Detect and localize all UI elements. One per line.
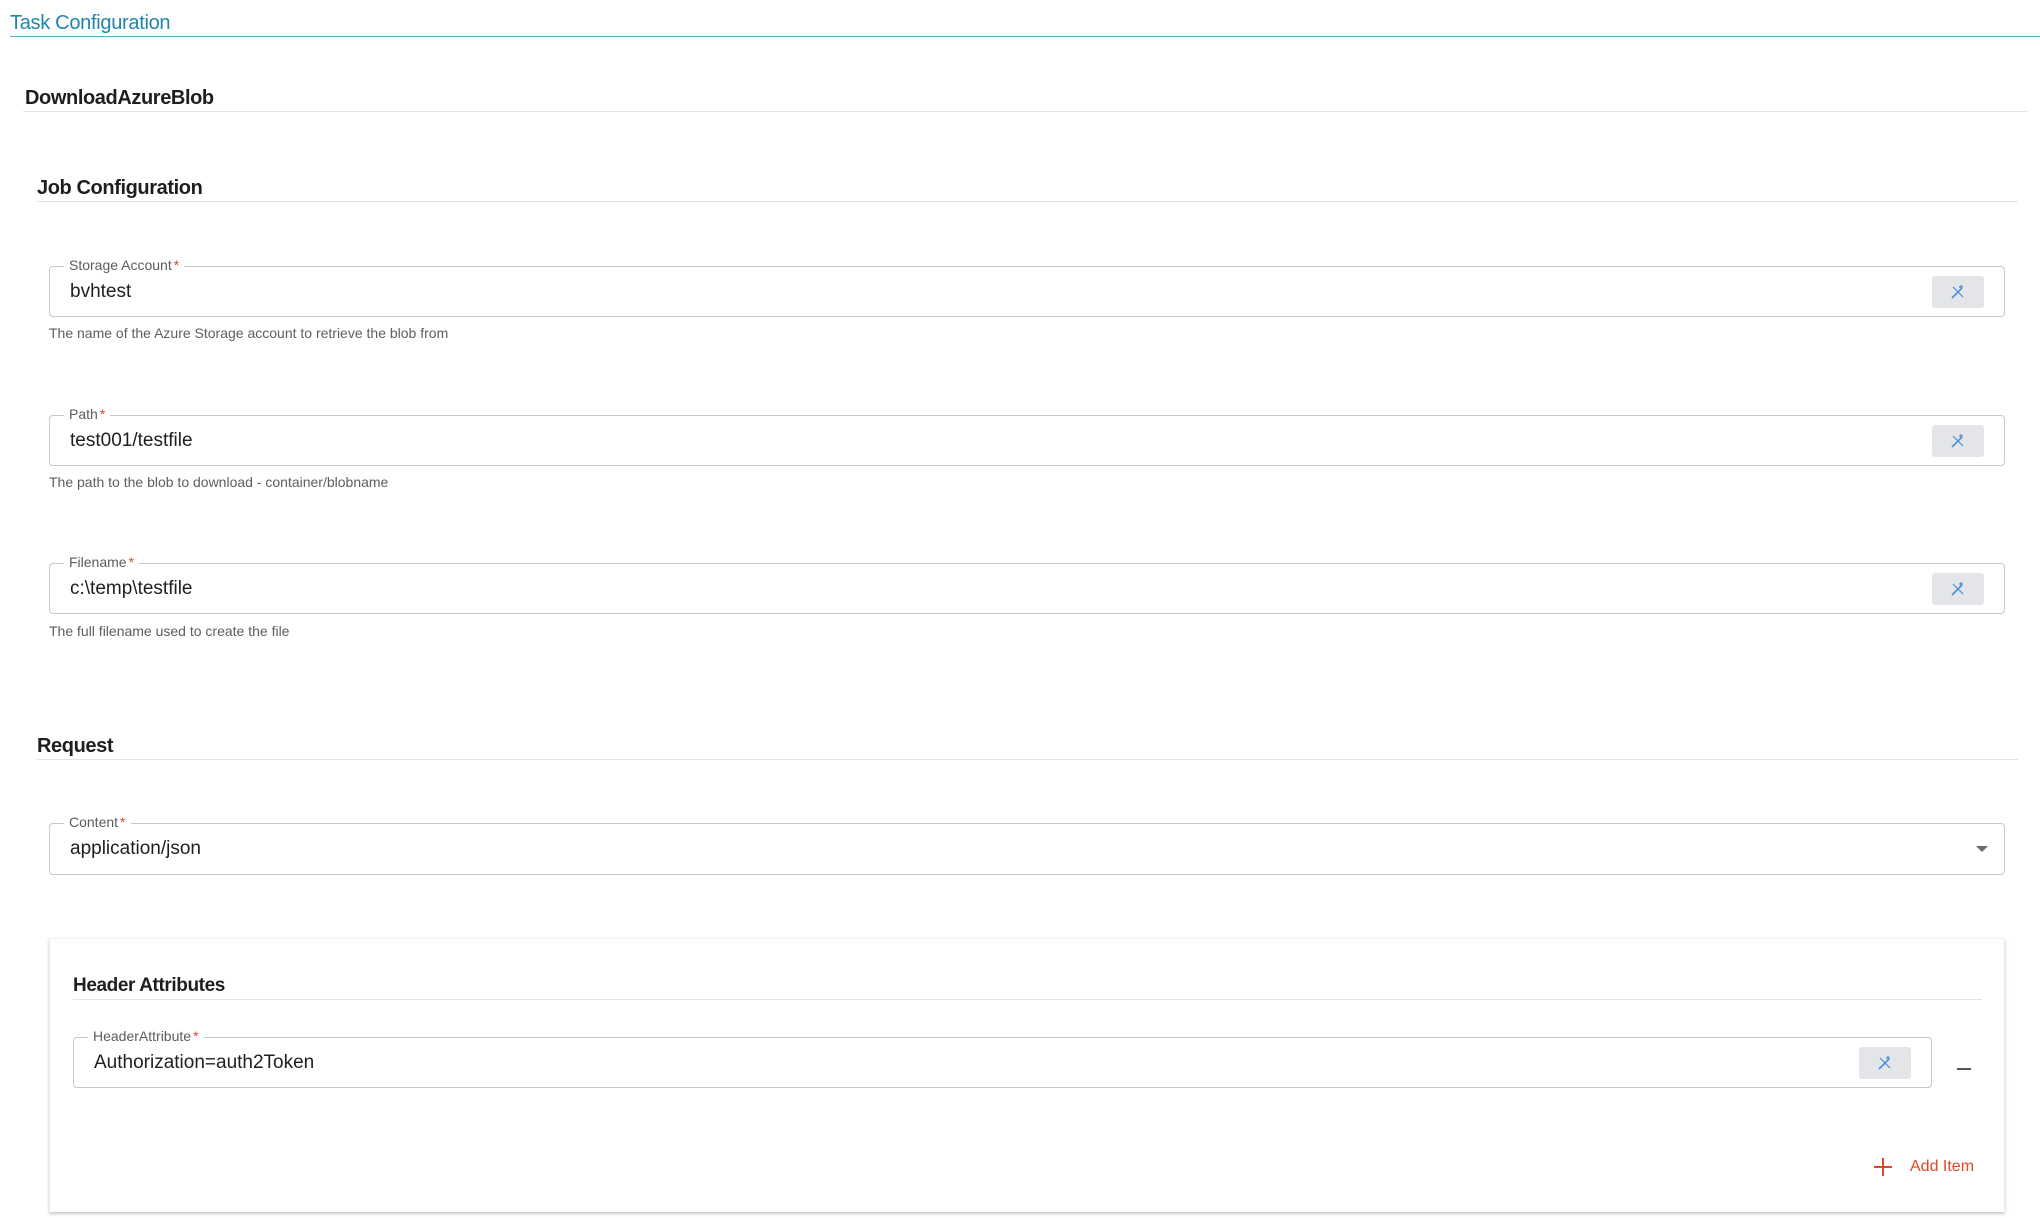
storage-account-hint: The name of the Azure Storage account to… [49,325,449,341]
path-hint: The path to the blob to download - conta… [49,474,389,490]
header-attribute-label: HeaderAttribute * [88,1027,204,1045]
page-title: Task Configuration [10,12,171,34]
filename-hint: The full filename used to create the fil… [49,623,290,639]
path-value: test001/testfile [70,430,193,451]
request-divider [36,759,2018,760]
request-title: Request [37,735,114,757]
filename-value: c:\temp\testfile [70,578,193,599]
content-select[interactable]: Content * application/json [49,813,2005,875]
header-attribute-field[interactable]: HeaderAttribute * Authorization=auth2Toke… [73,1027,1932,1088]
job-configuration-title: Job Configuration [37,177,203,199]
magic-wand-icon [1951,582,1964,596]
magic-wand-icon [1951,285,1964,299]
path-expression-button[interactable] [1932,425,1984,457]
chevron-down-icon[interactable] [1976,846,1988,852]
task-name: DownloadAzureBlob [25,87,214,109]
add-item-label: Add Item [1910,1158,1975,1175]
filename-label: Filename * [64,553,140,571]
job-configuration-divider [36,201,2018,202]
plus-icon [1874,1158,1892,1176]
magic-wand-icon [1951,434,1964,448]
title-divider [10,36,2040,37]
content-label: Content * [64,813,131,831]
magic-wand-icon [1878,1056,1891,1070]
storage-account-label: Storage Account * [64,256,185,274]
path-field[interactable]: Path * test001/testfile [49,405,2005,466]
header-attributes-divider [73,999,1982,1000]
storage-account-value: bvhtest [70,281,132,302]
header-attribute-value: Authorization=auth2Token [94,1052,315,1073]
header-attribute-expression-button[interactable] [1859,1047,1911,1079]
task-divider [23,111,2028,112]
header-attributes-title: Header Attributes [73,975,225,996]
storage-account-expression-button[interactable] [1932,276,1984,308]
filename-expression-button[interactable] [1932,573,1984,605]
filename-field[interactable]: Filename * c:\temp\testfile [49,553,2005,614]
minus-icon[interactable] [1957,1068,1971,1070]
path-label: Path * [64,405,111,423]
storage-account-field[interactable]: Storage Account * bvhtest [49,256,2005,317]
content-selected-value: application/json [70,838,201,859]
add-item-button[interactable]: Add Item [1874,1154,1974,1180]
